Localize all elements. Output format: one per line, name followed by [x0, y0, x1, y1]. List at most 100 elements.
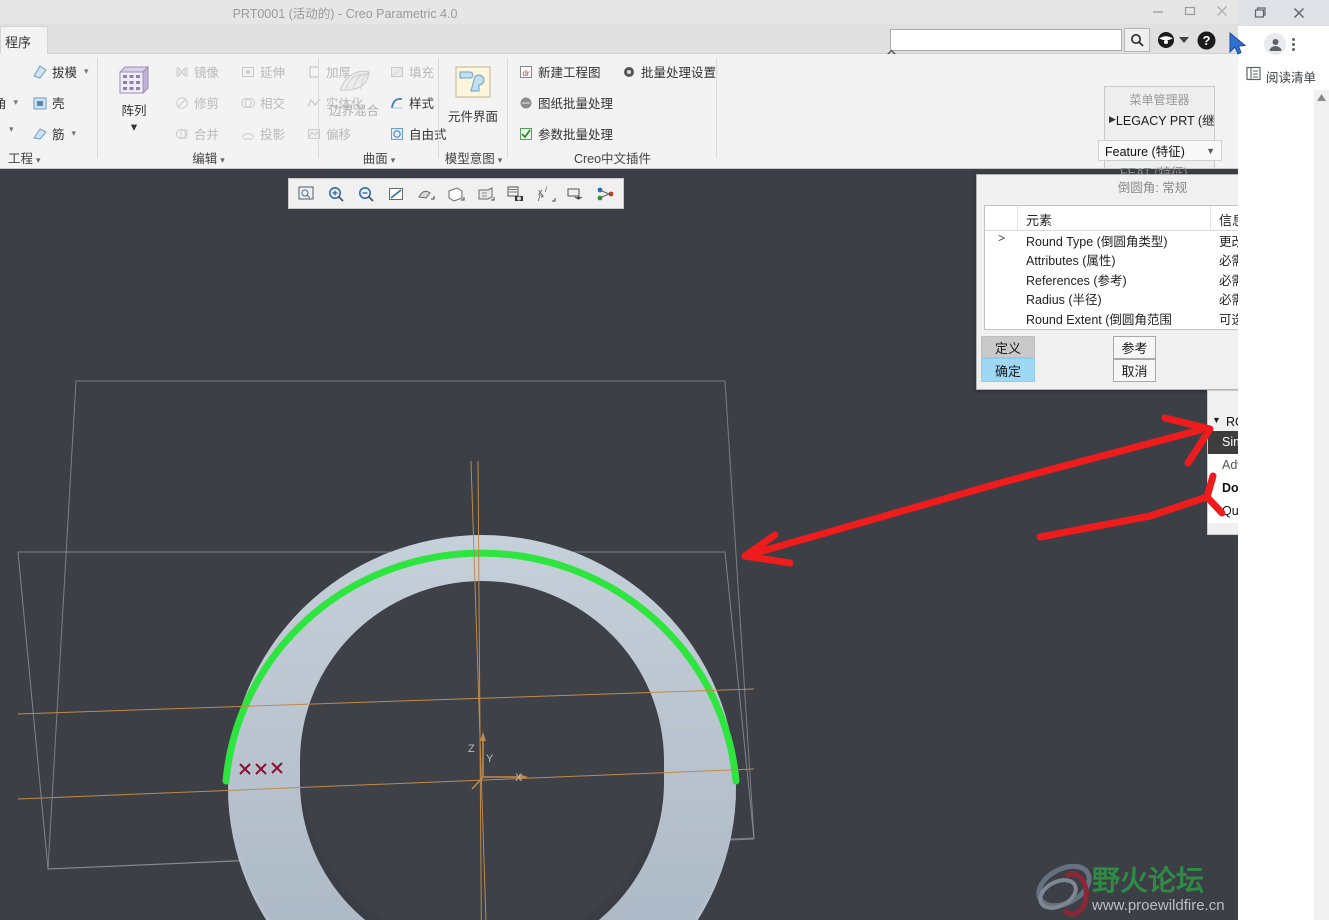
chevron-down-icon[interactable]: ▾ [14, 97, 19, 108]
ok-button[interactable]: 确定 [981, 358, 1035, 382]
ribbon-item-batch-settings[interactable]: 批量处理设置 [621, 62, 716, 81]
ribbon-item-project[interactable]: 投影 [240, 124, 285, 143]
ribbon-item-label: 边界混合 [328, 104, 379, 118]
ribbon-item-shell[interactable]: 壳 [32, 93, 65, 112]
row-element: Round Type (倒圆角类型) [1026, 235, 1168, 249]
refit-icon[interactable] [382, 181, 410, 207]
scene-capture-icon[interactable] [502, 181, 530, 207]
chevron-down-icon[interactable]: ▾ [72, 128, 77, 139]
saved-orientation-icon[interactable] [472, 181, 500, 207]
restore-icon[interactable] [1182, 3, 1198, 19]
ribbon-item-extend[interactable]: 延伸 [240, 62, 285, 81]
row-marker [985, 289, 1018, 308]
feature-dropdown[interactable]: Feature (特征) ▼ [1098, 140, 1222, 161]
row-marker: > [997, 231, 1005, 245]
chevron-down-icon[interactable]: ▾ [84, 66, 89, 77]
ribbon-group-label-text: 模型意图 [444, 152, 495, 166]
ribbon-item-label: 参数批量处理 [538, 128, 614, 142]
ribbon-item-mirror[interactable]: 镜像 [174, 62, 219, 81]
ribbon-group-label: 编辑 ▾ [192, 152, 225, 166]
display-style-icon[interactable] [442, 181, 470, 207]
drawing-batch-icon [518, 95, 534, 111]
ribbon-item-intersect[interactable]: 相交 [240, 93, 285, 112]
window-controls [1150, 3, 1230, 19]
ribbon-item-fill[interactable]: 填充 [389, 62, 434, 81]
close-icon[interactable] [1291, 5, 1307, 26]
row-marker [985, 270, 1018, 289]
menu-manager-root-label: LEGACY PRT (继 [1115, 114, 1215, 128]
search-input[interactable] [890, 29, 1122, 51]
datum-display-icon[interactable] [412, 181, 440, 207]
ribbon-item-pattern[interactable]: 阵列 ▾ [106, 62, 162, 134]
ribbon-item-trim[interactable]: 修剪 [174, 93, 219, 112]
ribbon: 拔模 ▾ 壳 筋 ▾ 角 ▾ ▾ 工程 ▾ 阵列 ▾ 镜像 延伸 加厚 修剪 相… [0, 54, 1238, 169]
chevron-down-icon[interactable] [1178, 28, 1190, 52]
references-button[interactable]: 参考 [1113, 336, 1156, 359]
chevron-down-icon[interactable]: ▾ [131, 119, 137, 134]
ribbon-item-style[interactable]: 样式 [389, 93, 434, 112]
ribbon-group-model-intent: 元件界面 模型意图 ▾ [439, 54, 508, 169]
watermark-text: 野火论坛 [1092, 865, 1204, 896]
ribbon-group-label: 曲面 ▾ [362, 152, 396, 166]
define-button[interactable]: 定义 [981, 336, 1035, 358]
ribbon-item-merge[interactable]: 合并 [174, 124, 219, 143]
chevron-down-icon[interactable]: ▼ [1206, 146, 1215, 156]
view-manager-icon[interactable] [562, 181, 590, 207]
close-icon[interactable] [1214, 3, 1230, 19]
page-scrollbar[interactable] [1314, 90, 1329, 920]
chrome-page-content[interactable] [1238, 90, 1329, 920]
reading-list-icon[interactable] [1246, 66, 1261, 86]
ribbon-item-label: 壳 [52, 97, 65, 111]
ribbon-item-label: 相交 [260, 97, 286, 111]
ribbon-item-component-interface[interactable]: 元件界面 [442, 64, 504, 125]
appearance-icon[interactable] [592, 181, 620, 207]
zoom-to-fit-icon[interactable] [292, 181, 320, 207]
ribbon-item-label: 合并 [194, 128, 220, 142]
ribbon-item-corner[interactable]: 角 ▾ [0, 93, 18, 112]
ribbon-item-new-drawing[interactable]: dr 新建工程图 [518, 62, 601, 81]
mirror-icon [174, 64, 190, 80]
annotation-display-icon[interactable]: x //* [532, 181, 560, 207]
quick-search-row: ? [886, 26, 1238, 56]
three-dot-menu-icon[interactable] [1292, 37, 1295, 51]
ribbon-item-label: 筋 [52, 128, 65, 142]
draft-icon [32, 64, 48, 80]
row-marker [985, 309, 1018, 328]
ribbon-item-more[interactable]: ▾ [6, 124, 14, 135]
ribbon-item-rib[interactable]: 筋 ▾ [32, 124, 76, 143]
window-titlebar: PRT0001 (活动的) - Creo Parametric 4.0 [0, 0, 1238, 24]
minimize-icon[interactable] [1150, 3, 1166, 19]
round-dialog-title: 倒圆角: 常规 [1117, 181, 1188, 195]
axis-label-z: Z [468, 743, 475, 755]
feature-dropdown-label: Feature (特征) [1105, 145, 1185, 159]
profile-avatar-icon[interactable] [1264, 33, 1286, 55]
restore-icon[interactable] [1252, 5, 1268, 26]
ribbon-item-boundary-blend[interactable]: 边界混合 [323, 62, 385, 119]
zoom-out-icon[interactable] [352, 181, 380, 207]
ribbon-item-drawing-batch[interactable]: 图纸批量处理 [518, 93, 613, 112]
bookmark-reading-list-label[interactable]: 阅读清单 [1266, 67, 1316, 86]
ribbon-group-label-text: Creo中文插件 [573, 152, 652, 166]
menu-manager-root-item[interactable]: ▶ LEGACY PRT (继 [1105, 108, 1215, 131]
merge-icon [174, 126, 190, 142]
ribbon-group-engineering: 拔模 ▾ 壳 筋 ▾ 角 ▾ ▾ 工程 ▾ [0, 54, 98, 169]
ribbon-item-draft[interactable]: 拔模 ▾ [32, 62, 89, 81]
help-icon[interactable]: ? [1194, 28, 1218, 52]
search-icon[interactable] [1124, 28, 1150, 52]
zoom-in-icon[interactable] [322, 181, 350, 207]
screenshot-root: PRT0001 (活动的) - Creo Parametric 4.0 程序 ?… [0, 0, 1329, 920]
svg-text:?: ? [1202, 33, 1210, 48]
chrome-browser-window: 阅读清单 [1238, 0, 1329, 920]
ribbon-item-label: 新建工程图 [538, 66, 601, 80]
scroll-up-arrow-icon[interactable] [1314, 90, 1329, 105]
ribbon-item-label: 样式 [409, 97, 435, 111]
chevron-down-icon[interactable]: ▾ [9, 124, 14, 135]
axis-label-x: X [515, 772, 523, 784]
ribbon-item-parameter-batch[interactable]: 参数批量处理 [518, 124, 613, 143]
graphics-toolbar[interactable]: x //* [288, 178, 624, 209]
tab-program[interactable]: 程序 [0, 26, 48, 54]
cancel-button[interactable]: 取消 [1113, 359, 1156, 382]
creo-globe-icon[interactable] [1154, 28, 1178, 52]
mouse-cursor-icon [1228, 31, 1248, 60]
parameter-batch-icon [518, 126, 534, 142]
